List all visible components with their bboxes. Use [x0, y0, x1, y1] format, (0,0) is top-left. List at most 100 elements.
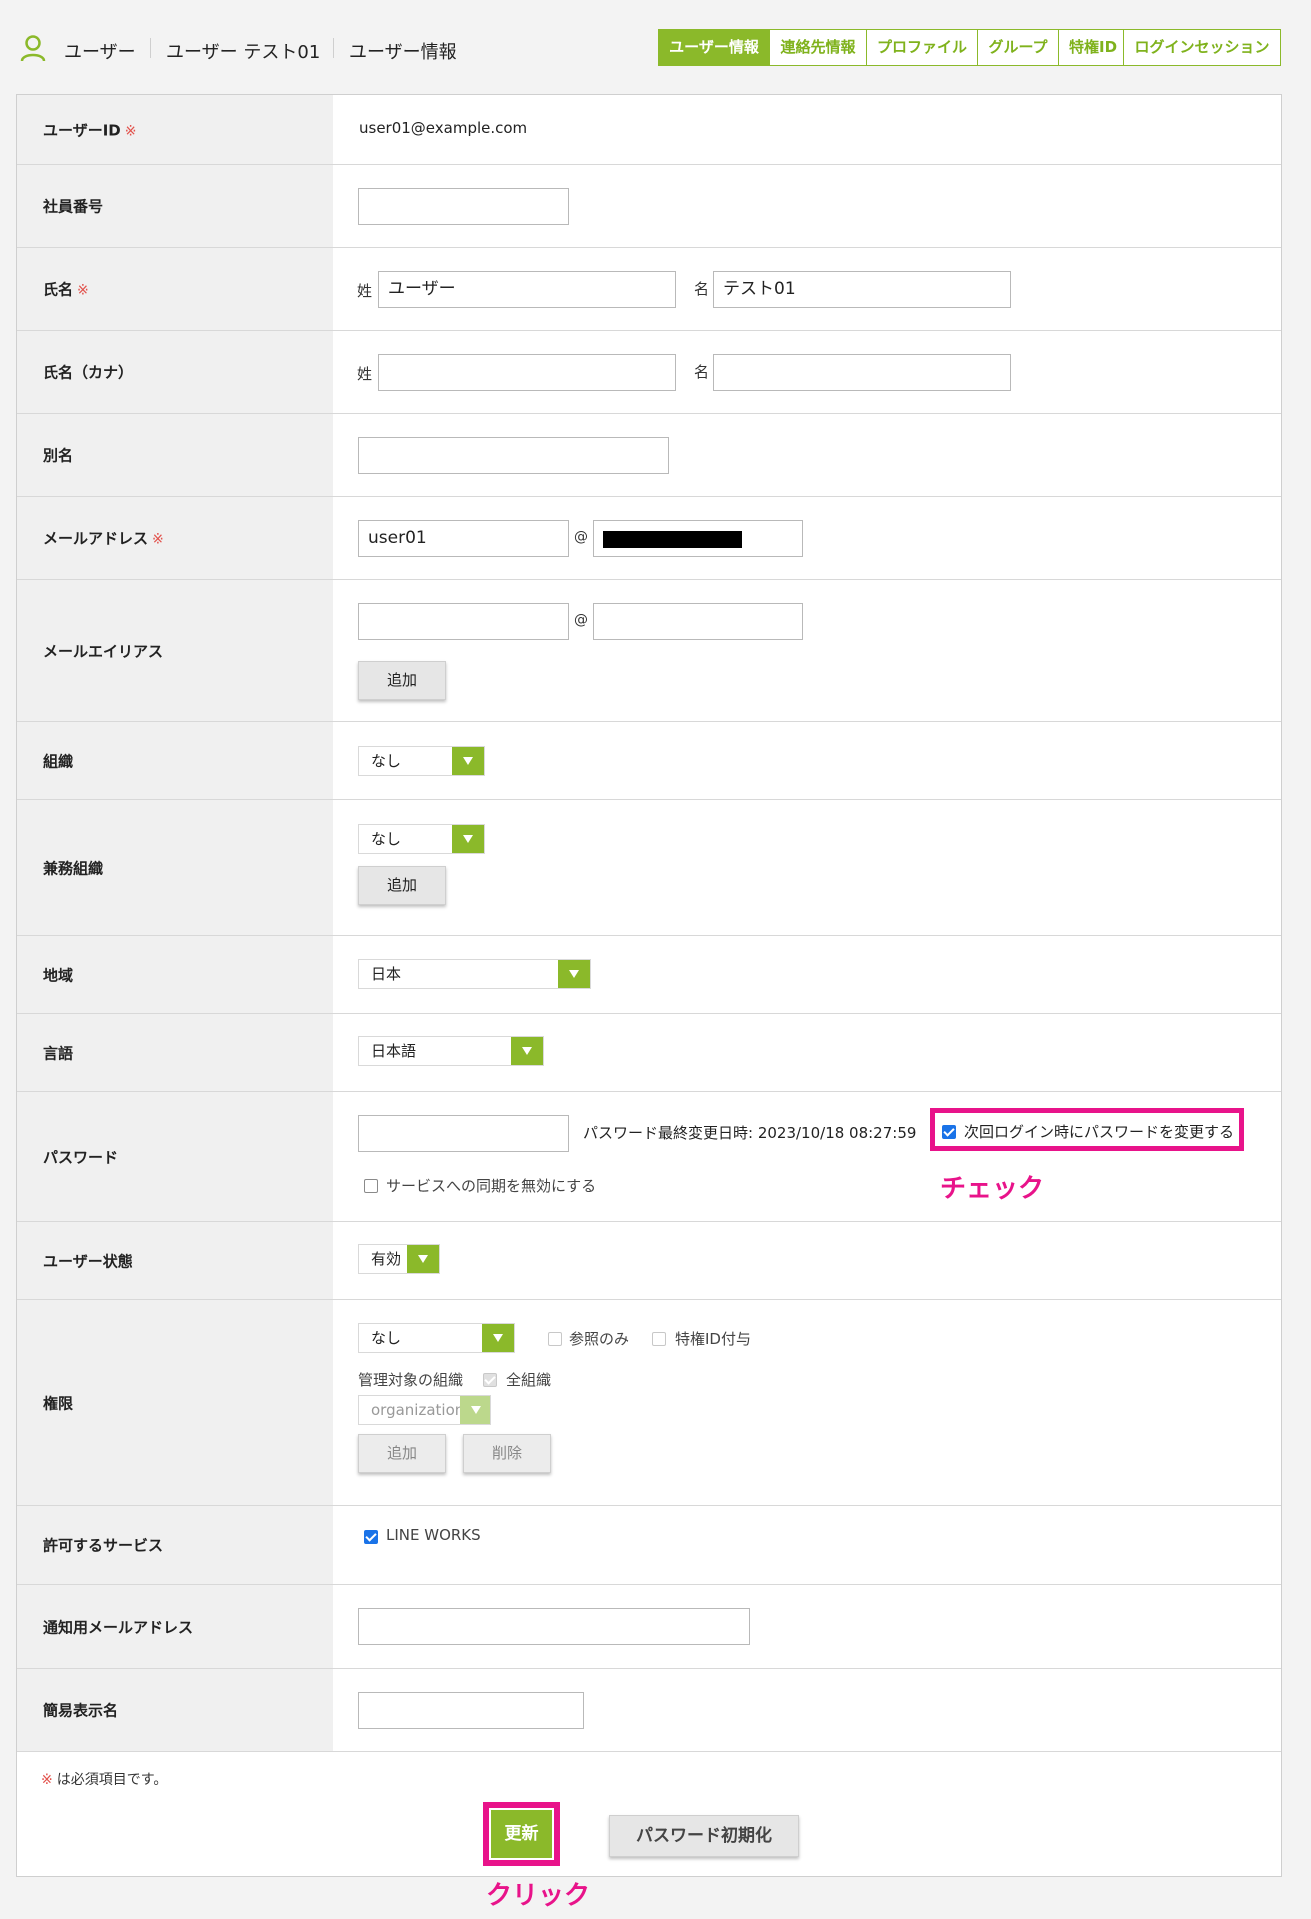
- disable-sync-label[interactable]: サービスへの同期を無効にする: [386, 1175, 596, 1196]
- row-email-alias: メールエイリアス @ 追加: [17, 580, 1281, 722]
- password-input[interactable]: [358, 1115, 569, 1152]
- select-value: なし: [371, 1329, 402, 1347]
- row-organization: 組織 なし: [17, 722, 1281, 800]
- annotation-check: チェック: [940, 1174, 1045, 1204]
- field-label: 別名: [43, 446, 74, 465]
- required-mark: ※: [41, 1772, 53, 1788]
- required-note: ※ は必須項目です。: [41, 1772, 168, 1788]
- field-label: 言語: [43, 1044, 74, 1062]
- select-value: なし: [371, 830, 402, 848]
- organization-select[interactable]: なし: [358, 746, 485, 776]
- select-value: 日本語: [371, 1042, 417, 1060]
- user-id-value: user01@example.com: [359, 119, 528, 137]
- delete-permission-button[interactable]: 削除: [463, 1434, 551, 1473]
- kana-first-input[interactable]: [713, 354, 1011, 391]
- alias-local-input[interactable]: [358, 603, 569, 640]
- short-name-input[interactable]: [358, 1692, 584, 1729]
- chevron-down-icon: [482, 1324, 514, 1352]
- tab-login-session[interactable]: ログインセッション: [1124, 30, 1280, 65]
- line-works-checkbox[interactable]: [364, 1530, 378, 1544]
- first-name-prefix: 名: [694, 280, 710, 298]
- all-orgs-checkbox[interactable]: [483, 1373, 497, 1387]
- alias-input[interactable]: [358, 437, 669, 474]
- field-label: ユーザーID ※: [43, 121, 137, 139]
- reset-password-button[interactable]: パスワード初期化: [609, 1815, 799, 1857]
- first-name-input[interactable]: テスト01: [713, 271, 1011, 308]
- field-label: 氏名 ※: [43, 280, 89, 299]
- kana-last-input[interactable]: [378, 354, 676, 391]
- password-last-changed: パスワード最終変更日時: 2023/10/18 08:27:59: [583, 1124, 917, 1142]
- sub-organization-select[interactable]: なし: [358, 824, 485, 854]
- required-mark: ※: [77, 282, 89, 299]
- user-icon: [20, 35, 46, 62]
- notify-email-input[interactable]: [358, 1608, 750, 1645]
- update-button[interactable]: 更新: [491, 1810, 552, 1858]
- last-name-input[interactable]: ユーザー: [378, 271, 676, 308]
- add-alias-button[interactable]: 追加: [358, 661, 446, 700]
- chevron-down-icon: [407, 1245, 439, 1273]
- select-value: organization: [371, 1401, 465, 1419]
- field-label: パスワード: [43, 1148, 119, 1166]
- page-header: ユーザー ユーザー テスト01 ユーザー情報 ユーザー情報 連絡先情報 プロファ…: [0, 0, 1311, 95]
- row-short-name: 簡易表示名: [17, 1669, 1281, 1752]
- select-value: 日本: [371, 965, 402, 983]
- employee-no-input[interactable]: [358, 188, 569, 225]
- row-region: 地域 日本: [17, 936, 1281, 1014]
- privileged-label: 特権ID付与: [675, 1330, 751, 1348]
- at-sign: @: [574, 612, 588, 628]
- field-label: 許可するサービス: [43, 1536, 164, 1555]
- row-permission: 権限 なし 参照のみ 特権ID付与 管理対象の組織 全組織 organizati…: [17, 1300, 1281, 1506]
- chevron-down-icon: [460, 1396, 490, 1424]
- field-label: 組織: [43, 752, 74, 770]
- user-form: ユーザーID ※ user01@example.com 社員番号 氏名 ※ 姓 ユー…: [16, 94, 1282, 1877]
- breadcrumb-separator: [333, 38, 334, 58]
- disable-sync-checkbox[interactable]: [364, 1179, 378, 1193]
- tab-user-info[interactable]: ユーザー情報: [659, 30, 770, 65]
- row-allowed-services: 許可するサービス LINE WORKS: [17, 1506, 1281, 1585]
- last-name-prefix: 姓: [357, 282, 373, 300]
- chevron-down-icon: [452, 825, 484, 853]
- tab-bar: ユーザー情報 連絡先情報 プロファイル グループ 特権ID ログインセッション: [658, 29, 1281, 66]
- breadcrumb-separator: [150, 38, 151, 58]
- row-alias: 別名: [17, 414, 1281, 497]
- field-label: 兼務組織: [43, 859, 104, 877]
- region-select[interactable]: 日本: [358, 959, 591, 989]
- tab-privileged-id[interactable]: 特権ID: [1059, 30, 1124, 65]
- readonly-label: 参照のみ: [569, 1330, 630, 1348]
- row-user-id: ユーザーID ※ user01@example.com: [17, 95, 1281, 165]
- add-permission-button[interactable]: 追加: [358, 1434, 446, 1473]
- annotation-click: クリック: [486, 1881, 591, 1911]
- field-label: ユーザー状態: [43, 1252, 133, 1270]
- row-email: メールアドレス ※ user01 @: [17, 497, 1281, 580]
- tab-contact-info[interactable]: 連絡先情報: [770, 30, 867, 65]
- field-label: メールエイリアス: [43, 642, 164, 660]
- kana-first-prefix: 名: [694, 363, 710, 381]
- privileged-checkbox[interactable]: [652, 1332, 666, 1346]
- field-label: 社員番号: [43, 197, 104, 216]
- email-local-input[interactable]: user01: [358, 520, 569, 557]
- tab-profile[interactable]: プロファイル: [867, 30, 978, 65]
- breadcrumb-users[interactable]: ユーザー: [64, 38, 136, 64]
- language-select[interactable]: 日本語: [358, 1036, 544, 1066]
- readonly-checkbox[interactable]: [548, 1332, 562, 1346]
- row-name-kana: 氏名（カナ） 姓 名: [17, 331, 1281, 414]
- permission-select[interactable]: なし: [358, 1323, 515, 1353]
- field-label: 通知用メールアドレス: [43, 1618, 194, 1636]
- alias-domain-input[interactable]: [593, 603, 803, 640]
- target-org-select[interactable]: organization: [358, 1395, 491, 1425]
- line-works-label[interactable]: LINE WORKS: [386, 1526, 481, 1544]
- chevron-down-icon: [558, 960, 590, 988]
- row-user-status: ユーザー状態 有効: [17, 1222, 1281, 1300]
- select-value: 有効: [371, 1250, 402, 1268]
- add-sub-org-button[interactable]: 追加: [358, 866, 446, 905]
- row-language: 言語 日本語: [17, 1014, 1281, 1092]
- row-notify-email: 通知用メールアドレス: [17, 1585, 1281, 1669]
- required-mark: ※: [152, 531, 164, 548]
- row-name: 氏名 ※ 姓 ユーザー 名 テスト01: [17, 248, 1281, 331]
- tab-group[interactable]: グループ: [978, 30, 1059, 65]
- user-status-select[interactable]: 有効: [358, 1244, 440, 1274]
- select-value: なし: [371, 752, 402, 770]
- target-org-label: 管理対象の組織: [358, 1371, 464, 1389]
- chevron-down-icon: [511, 1037, 543, 1065]
- breadcrumb-user[interactable]: ユーザー テスト01: [166, 38, 320, 64]
